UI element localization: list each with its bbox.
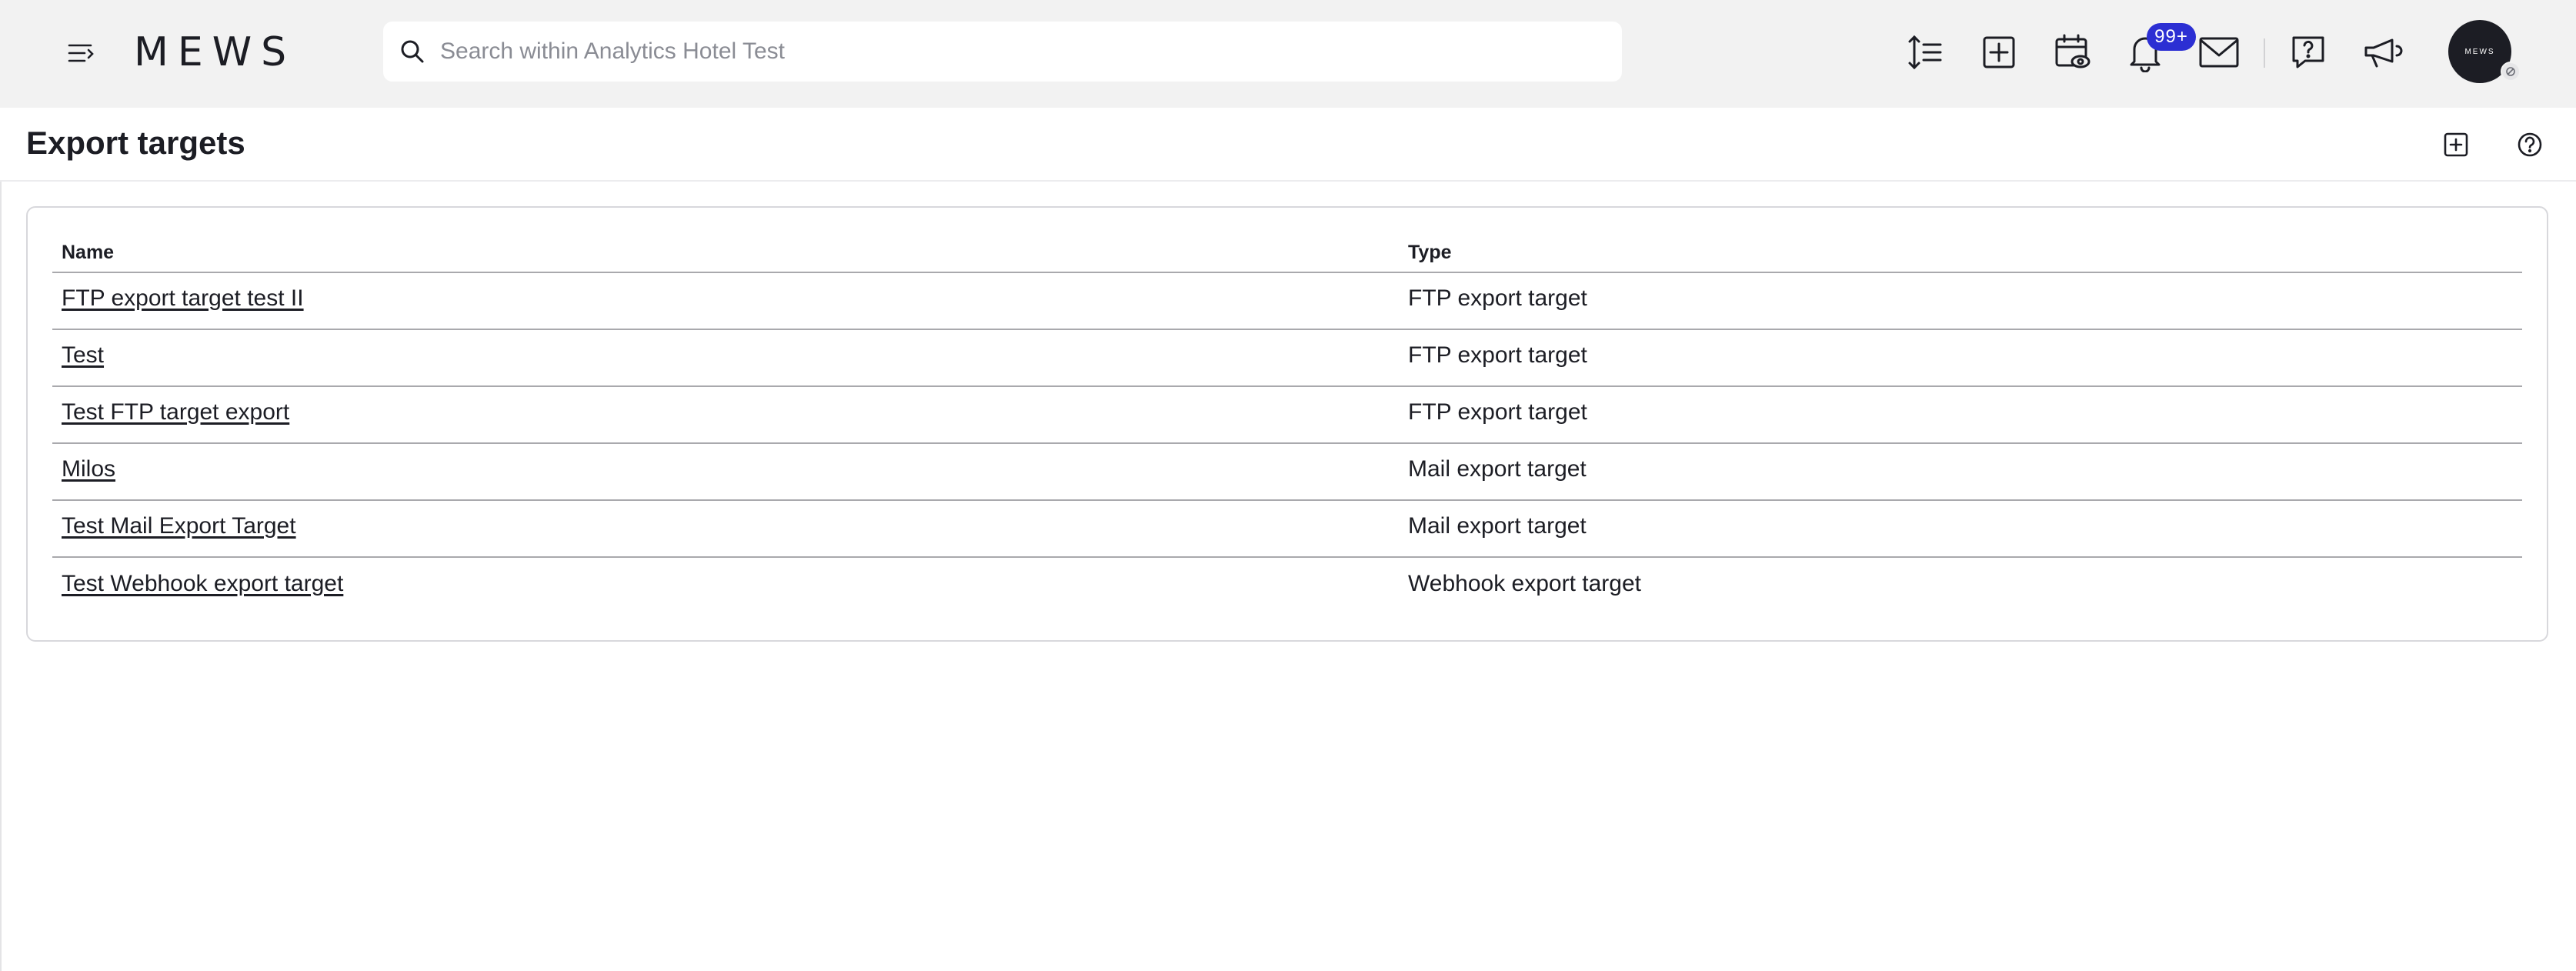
type-cell: Mail export target (1399, 443, 2522, 501)
type-cell: Webhook export target (1408, 570, 1641, 596)
export-target-link[interactable]: Test (62, 342, 104, 368)
notification-badge: 99+ (2147, 23, 2196, 51)
density-icon[interactable] (1904, 31, 1947, 74)
table-row[interactable]: FTP export target test II FTP export tar… (52, 272, 2522, 330)
page-title: Export targets (26, 125, 245, 161)
type-cell: Mail export target (1399, 500, 2522, 558)
type-cell: FTP export target (1399, 386, 2522, 444)
export-targets-table: Name Type FTP export target test II FTP … (52, 237, 2522, 614)
table-header-row: Name Type (52, 237, 2522, 273)
table-row[interactable]: Test Mail Export Target Mail export targ… (52, 500, 2522, 558)
top-bar: MEWS Search within Analytics Hotel Test … (0, 0, 2576, 108)
export-target-link[interactable]: Test FTP target export (62, 399, 289, 425)
add-export-target-icon[interactable] (2439, 128, 2473, 162)
name-cell: Test FTP target export (52, 386, 1399, 444)
add-icon[interactable] (1977, 31, 2020, 74)
table-row[interactable]: Milos Mail export target (52, 443, 2522, 501)
table-row[interactable]: Test FTP export target (52, 329, 2522, 387)
left-edge-divider (0, 108, 2, 971)
toolbar-divider (2264, 38, 2265, 68)
table-row[interactable]: Test Webhook export target Webhook expor… (52, 557, 2522, 614)
column-header-type[interactable]: Type (1399, 237, 2522, 273)
name-cell: Test Mail Export Target (52, 500, 1399, 558)
search-bar[interactable] (383, 22, 1622, 82)
search-input[interactable] (439, 28, 1622, 75)
help-chat-icon[interactable] (2287, 31, 2330, 74)
export-target-link[interactable]: Test Mail Export Target (62, 513, 296, 539)
menu-icon[interactable] (63, 35, 100, 72)
export-target-link[interactable]: FTP export target test II (62, 285, 304, 311)
column-header-name[interactable]: Name (52, 237, 1399, 273)
export-target-link[interactable]: Test Webhook export target (62, 571, 343, 596)
name-cell: FTP export target test II (52, 272, 1399, 330)
calendar-view-icon[interactable] (2051, 31, 2094, 74)
mews-logo[interactable]: MEWS (134, 29, 295, 75)
megaphone-icon[interactable] (2361, 31, 2404, 74)
avatar-status-icon (2501, 62, 2521, 82)
table-row[interactable]: Test FTP target export FTP export target (52, 386, 2522, 444)
name-cell: Milos (52, 443, 1399, 501)
export-target-link[interactable]: Milos (62, 456, 115, 482)
type-cell: FTP export target (1399, 272, 2522, 330)
page-header: Export targets (0, 108, 2576, 182)
name-cell: Test Webhook export target (52, 557, 1399, 614)
help-icon[interactable] (2513, 128, 2547, 162)
type-cell: FTP export target (1399, 329, 2522, 387)
export-targets-card: Name Type FTP export target test II FTP … (26, 206, 2548, 642)
search-icon (397, 36, 428, 67)
name-cell: Test (52, 329, 1399, 387)
mail-icon[interactable] (2197, 31, 2241, 74)
